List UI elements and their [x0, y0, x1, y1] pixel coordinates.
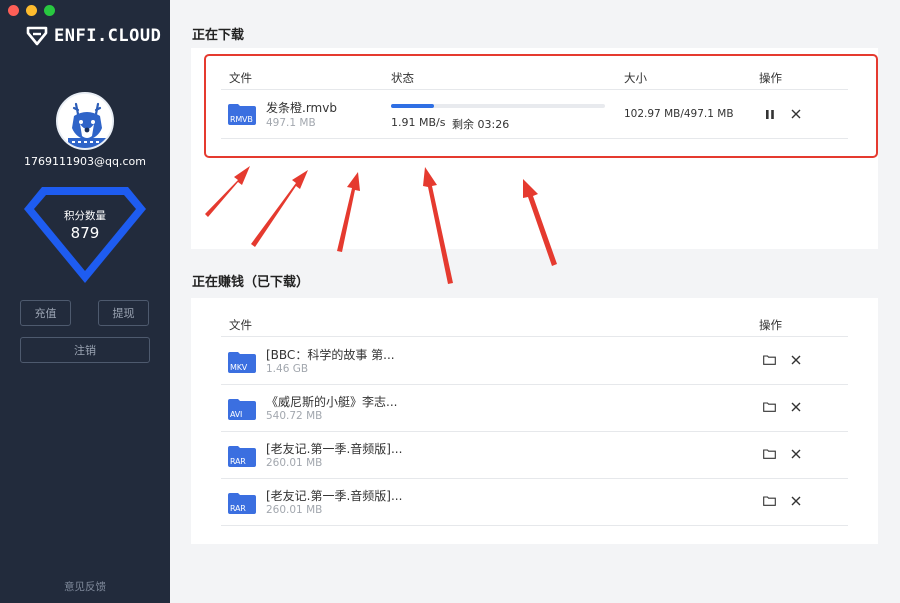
downloading-title: 正在下载	[192, 28, 245, 43]
points-label: 积分数量	[64, 210, 106, 222]
mkv-file-icon: MKV	[228, 351, 256, 373]
open-folder-icon[interactable]	[762, 400, 776, 414]
window-zoom-button[interactable]	[44, 5, 55, 16]
earning-file-size: 260.01 MB	[266, 504, 323, 516]
divider	[221, 478, 848, 479]
open-folder-icon[interactable]	[762, 494, 776, 508]
user-email: 1769111903@qq.com	[24, 155, 146, 168]
deer-avatar-icon	[58, 94, 112, 148]
divider	[221, 384, 848, 385]
app-window: ENFI.CLOUD 1769111903@qq.com 积分数量 879 充值…	[0, 0, 900, 603]
highlight-box	[204, 54, 878, 158]
earning-file-size: 260.01 MB	[266, 457, 323, 469]
open-folder-icon[interactable]	[762, 447, 776, 461]
file-ext-label: RAR	[230, 504, 246, 513]
brand-name: ENFI.CLOUD	[54, 26, 162, 46]
enfi-logo-icon	[26, 26, 48, 46]
file-ext-label: AVI	[230, 410, 243, 419]
open-folder-icon[interactable]	[762, 353, 776, 367]
header-file: 文件	[229, 318, 252, 332]
feedback-link[interactable]: 意见反馈	[0, 579, 170, 594]
window-close-button[interactable]	[8, 5, 19, 16]
divider	[221, 525, 848, 526]
brand-logo: ENFI.CLOUD	[26, 26, 161, 46]
earning-file-name: [老友记.第一季.音频版]...	[266, 442, 403, 456]
sidebar: ENFI.CLOUD 1769111903@qq.com 积分数量 879 充值…	[0, 0, 170, 603]
rar-file-icon: RAR	[228, 445, 256, 467]
earning-file-name: 《威尼斯的小艇》李志...	[266, 395, 398, 409]
remove-icon[interactable]	[789, 400, 803, 414]
avi-file-icon: AVI	[228, 398, 256, 420]
recharge-button[interactable]: 充值	[20, 300, 71, 326]
divider	[221, 431, 848, 432]
divider	[221, 336, 848, 337]
file-ext-label: MKV	[230, 363, 248, 372]
earning-file-size: 1.46 GB	[266, 363, 309, 375]
remove-icon[interactable]	[789, 353, 803, 367]
rar-file-icon: RAR	[228, 492, 256, 514]
file-ext-label: RAR	[230, 457, 246, 466]
avatar[interactable]	[56, 92, 114, 150]
remove-icon[interactable]	[789, 447, 803, 461]
earning-file-size: 540.72 MB	[266, 410, 323, 422]
earning-file-name: [BBC：科学的故事 第...	[266, 348, 395, 362]
points-value: 879	[70, 224, 100, 242]
remove-icon[interactable]	[789, 494, 803, 508]
earning-file-name: [老友记.第一季.音频版]...	[266, 489, 403, 503]
earning-title: 正在赚钱（已下载）	[192, 275, 310, 290]
logout-button[interactable]: 注销	[20, 337, 150, 363]
header-action: 操作	[759, 318, 782, 332]
window-minimize-button[interactable]	[26, 5, 37, 16]
withdraw-button[interactable]: 提现	[98, 300, 149, 326]
